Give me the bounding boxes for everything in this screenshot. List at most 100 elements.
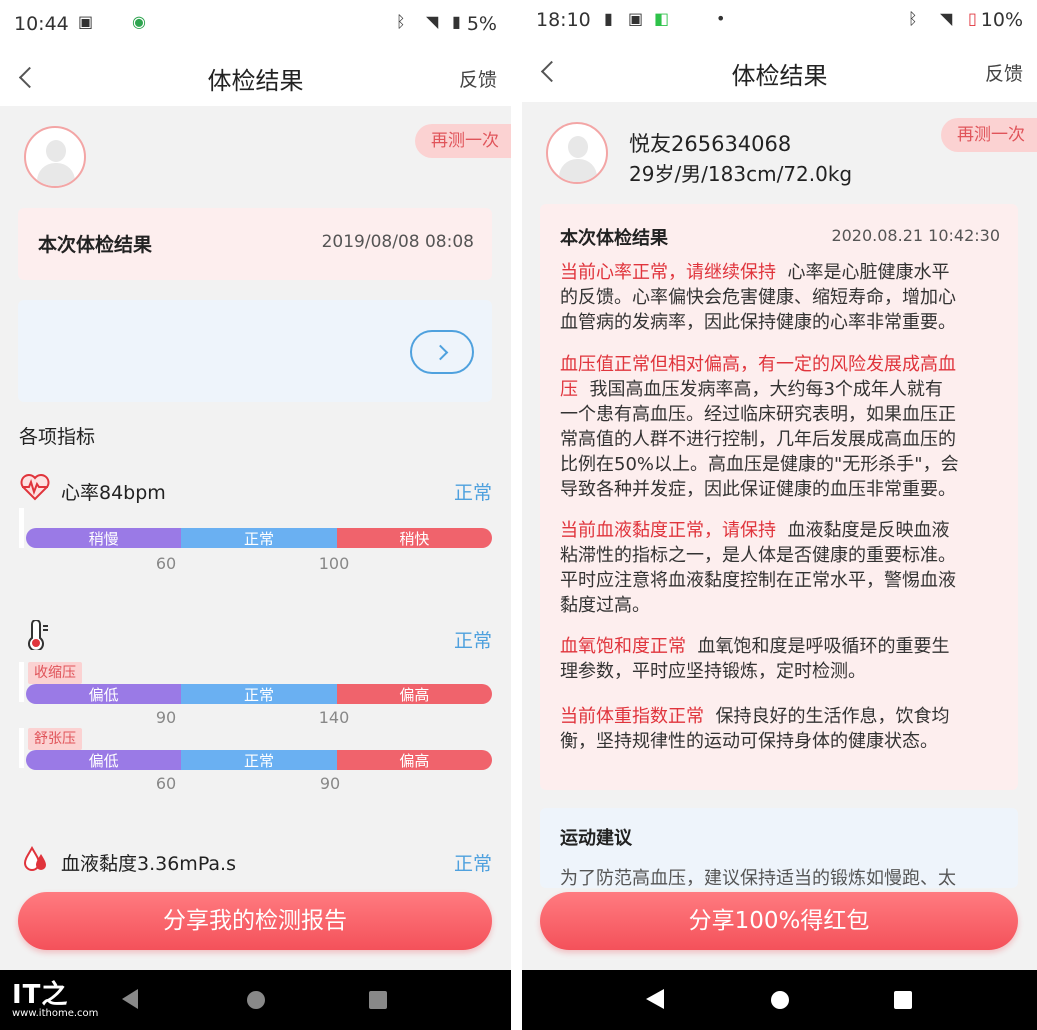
bar-segment-normal: 正常 xyxy=(181,684,337,704)
advice-text: 比例在50%以上。高血压是健康的"无形杀手"，会 xyxy=(560,454,959,475)
status-bar: 10:44 ▣ ◉ ᛒ ◥ ▮ 5% xyxy=(0,0,511,48)
bar-segment-normal: 正常 xyxy=(181,528,337,548)
alert-icon: ▮ xyxy=(604,9,613,28)
image-icon: ▣ xyxy=(628,9,644,28)
chevron-right-icon[interactable] xyxy=(410,330,474,374)
status-time: 10:44 xyxy=(14,13,69,35)
main-content: 悦友265634068 29岁/男/183cm/72.0kg 再测一次 本次体检… xyxy=(522,102,1037,970)
battery-level: 10% xyxy=(980,9,1023,31)
nav-recents-icon[interactable] xyxy=(369,991,387,1009)
left-phone-screen: 10:44 ▣ ◉ ᛒ ◥ ▮ 5% 体检结果 反馈 再测一次 本次体检结果 2… xyxy=(0,0,511,1030)
screen-divider xyxy=(511,0,522,1030)
page-title: 体检结果 xyxy=(207,67,304,95)
bar-segment-high: 偏高 xyxy=(336,750,492,770)
app-header: 体检结果 反馈 xyxy=(522,44,1037,102)
share-report-button[interactable]: 分享我的检测报告 xyxy=(18,892,492,950)
bmi-advice-highlight: 当前体重指数正常 xyxy=(560,706,704,727)
advice-text: 血管病的发病率，因此保持健康的心率非常重要。 xyxy=(560,312,956,333)
result-card: 本次体检结果 2020.08.21 10:42:30 当前心率正常，请继续保持 … xyxy=(540,204,1018,790)
ithome-logo: IT之 xyxy=(12,980,69,1010)
advice-text: 常高值的人群不进行控制，几年后发展成高血压的 xyxy=(560,429,956,450)
blood-pressure-status: 正常 xyxy=(453,630,492,652)
advice-text: 血氧饱和度是呼吸循环的重要生 xyxy=(697,636,950,657)
share-redpacket-button[interactable]: 分享100%得红包 xyxy=(540,892,1018,950)
heart-rate-advice: 当前心率正常，请继续保持 心率是心脏健康水平 的反馈。心率偏快会危害健康、缩短寿… xyxy=(560,260,1006,335)
nav-back-icon[interactable] xyxy=(122,989,138,1009)
advice-text: 黏度过高。 xyxy=(560,595,650,616)
bar-segment-slow: 稍慢 xyxy=(26,528,182,548)
heart-rate-bar: 稍慢 正常 稍快 xyxy=(26,528,492,548)
bar-segment-normal: 正常 xyxy=(181,750,337,770)
feedback-button[interactable]: 反馈 xyxy=(459,65,497,92)
avatar xyxy=(24,126,86,188)
user-name: 悦友265634068 xyxy=(629,132,792,156)
app-notification-icon: ◉ xyxy=(132,12,146,31)
nav-home-icon[interactable] xyxy=(771,991,789,1009)
summary-card[interactable] xyxy=(18,300,492,402)
main-content: 再测一次 本次体检结果 2019/08/08 08:08 各项指标 心率84bp… xyxy=(0,106,511,970)
advice-text: 粘滞性的指标之一，是人体是否健康的重要标准。 xyxy=(560,545,956,566)
viscosity-status: 正常 xyxy=(453,853,492,875)
thermometer-icon xyxy=(28,620,48,650)
advice-text: 心率是心脏健康水平 xyxy=(787,262,950,283)
battery-icon: ▯ xyxy=(968,9,977,28)
result-date: 2020.08.21 10:42:30 xyxy=(831,226,1000,245)
retest-button[interactable]: 再测一次 xyxy=(941,118,1037,152)
nav-home-icon[interactable] xyxy=(247,991,265,1009)
page-title: 体检结果 xyxy=(731,62,828,90)
right-phone-screen: 18:10 ▮ ▣ ◧ • ᛒ ◥ ▯ 10% 体检结果 反馈 悦友265634… xyxy=(522,0,1037,1030)
watermark-url: www.ithome.com xyxy=(12,1008,99,1019)
bar-segment-low: 偏低 xyxy=(26,750,182,770)
nav-recents-icon[interactable] xyxy=(894,991,912,1009)
heart-rate-status: 正常 xyxy=(453,482,492,504)
diastolic-tick-high: 90 xyxy=(319,774,341,793)
advice-text: 保持良好的生活作息，饮食均 xyxy=(715,706,950,727)
bmi-advice: 当前体重指数正常 保持良好的生活作息，饮食均 衡，坚持规律性的运动可保持身体的健… xyxy=(560,704,1006,754)
nav-back-icon[interactable] xyxy=(646,989,664,1009)
advice-text: 我国高血压发病率高，大约每3个成年人就有 xyxy=(589,379,943,400)
systolic-tag: 收缩压 xyxy=(28,662,82,684)
advice-text: 一个患有高血压。经过临床研究表明，如果血压正 xyxy=(560,404,956,425)
advice-text: 平时应注意将血液黏度控制在正常水平，警惕血液 xyxy=(560,570,956,591)
exercise-title: 运动建议 xyxy=(560,828,632,849)
heart-rate-label: 心率84bpm xyxy=(61,482,166,504)
result-date: 2019/08/08 08:08 xyxy=(321,232,474,252)
advice-text: 血液黏度是反映血液 xyxy=(787,520,950,541)
battery-level: 5% xyxy=(466,13,497,35)
bluetooth-icon: ᛒ xyxy=(908,9,918,28)
exercise-preview: 为了防范高血压，建议保持适当的锻炼如慢跑、太 xyxy=(560,868,956,888)
system-nav-bar xyxy=(522,970,1037,1030)
image-icon: ▣ xyxy=(78,12,94,31)
viscosity-label: 血液黏度3.36mPa.s xyxy=(61,853,236,875)
diastolic-bar: 偏低 正常 偏高 xyxy=(26,750,492,770)
battery-icon: ▮ xyxy=(452,12,461,31)
advice-text: 导致各种并发症，因此保证健康的血压非常重要。 xyxy=(560,479,956,500)
diastolic-marker xyxy=(19,728,24,768)
diastolic-tick-low: 60 xyxy=(155,774,177,793)
oxygen-advice: 血氧饱和度正常 血氧饱和度是呼吸循环的重要生 理参数，平时应坚持锻炼，定时检测。 xyxy=(560,634,1006,684)
app-notification-icon: ◧ xyxy=(654,9,670,28)
system-nav-bar: IT之 www.ithome.com xyxy=(0,970,511,1030)
viscosity-advice-highlight: 当前血液黏度正常，请保持 xyxy=(560,520,776,541)
advice-text: 的反馈。心率偏快会危害健康、缩短寿命，增加心 xyxy=(560,287,956,308)
heart-tick-low: 60 xyxy=(155,554,177,573)
section-title: 各项指标 xyxy=(19,426,96,448)
heart-rate-advice-highlight: 当前心率正常，请继续保持 xyxy=(560,262,776,283)
oxygen-advice-highlight: 血氧饱和度正常 xyxy=(560,636,686,657)
bluetooth-icon: ᛒ xyxy=(396,12,406,31)
avatar xyxy=(546,122,608,184)
feedback-button[interactable]: 反馈 xyxy=(985,59,1023,86)
app-header: 体检结果 反馈 xyxy=(0,48,511,106)
systolic-tick-low: 90 xyxy=(155,708,177,727)
user-info: 29岁/男/183cm/72.0kg xyxy=(629,162,853,186)
blood-pressure-advice-highlight: 血压值正常但相对偏高，有一定的风险发展成高血 xyxy=(560,354,956,375)
status-time: 18:10 xyxy=(536,9,591,31)
heart-rate-icon xyxy=(20,474,50,501)
blood-drop-icon xyxy=(23,845,46,871)
result-card-title: 本次体检结果 xyxy=(560,228,668,249)
bar-segment-high: 偏高 xyxy=(336,684,492,704)
dot-icon: • xyxy=(716,9,726,28)
exercise-card[interactable]: 运动建议 为了防范高血压，建议保持适当的锻炼如慢跑、太 xyxy=(540,808,1018,888)
bar-segment-low: 偏低 xyxy=(26,684,182,704)
retest-button[interactable]: 再测一次 xyxy=(415,124,511,158)
